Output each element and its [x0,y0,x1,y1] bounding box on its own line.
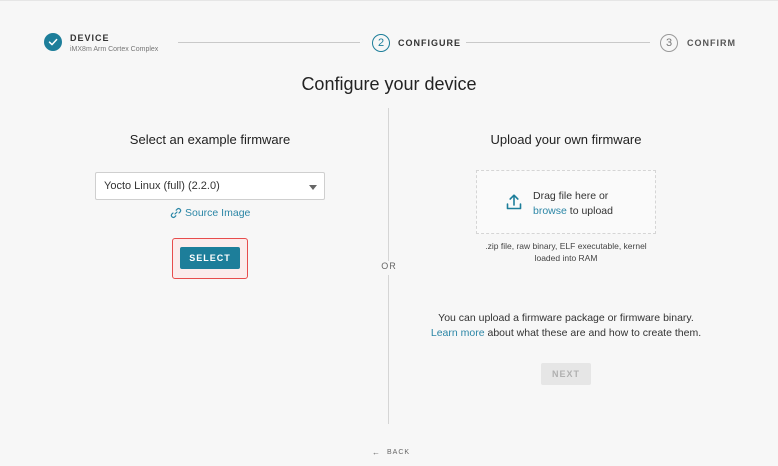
dropzone-line-2: browse to upload [533,204,613,219]
arrow-left-icon: ← [372,447,381,457]
step-device-sublabel: iMX8m Arm Cortex Complex [70,46,159,53]
step-connector-2 [466,42,650,43]
upload-firmware-heading: Upload your own firmware [490,132,642,147]
dropzone-line-1: Drag file here or [533,190,609,202]
accepted-file-types: .zip file, raw binary, ELF executable, k… [466,240,666,264]
dropzone-text: Drag file here or browse to upload [533,189,613,219]
or-label: OR [378,261,400,275]
chevron-down-icon [309,185,317,190]
upload-info-line-1: You can upload a firmware package or fir… [438,312,694,324]
firmware-select[interactable]: Yocto Linux (full) (2.2.0) [95,172,325,200]
back-link[interactable]: ← BACK [372,447,410,457]
learn-more-link[interactable]: Learn more [431,327,485,339]
stepper: DEVICE iMX8m Arm Cortex Complex 2 CONFIG… [0,0,778,70]
dropzone-line-2-suffix: to upload [566,205,613,217]
upload-info-text: You can upload a firmware package or fir… [410,311,722,341]
source-image-link[interactable]: Source Image [170,206,250,220]
back-label: BACK [387,448,411,456]
file-types-line-2: loaded into RAM [534,253,598,263]
upload-info-line-2-suffix: about what these are and how to create t… [484,327,702,339]
step-device-label: DEVICE [70,33,110,43]
select-button[interactable]: SELECT [180,247,240,269]
step-device-complete [44,33,62,51]
step-connector-1 [178,42,360,43]
firmware-select-value: Yocto Linux (full) (2.2.0) [104,180,220,192]
link-icon [170,208,182,218]
upload-icon [506,194,522,210]
checkmark-icon [48,38,58,46]
step-confirm-number: 3 [660,34,678,52]
page-title: Configure your device [301,74,477,94]
upload-info-line-2: Learn more about what these are and how … [410,326,722,341]
step-configure-label: CONFIGURE [398,38,461,48]
browse-link[interactable]: browse [533,205,567,217]
firmware-dropzone[interactable]: Drag file here or browse to upload [476,170,656,234]
file-types-line-1: .zip file, raw binary, ELF executable, k… [485,241,647,251]
step-confirm-label: CONFIRM [687,38,736,48]
source-image-label: Source Image [185,207,251,219]
step-configure-number: 2 [372,34,390,52]
example-firmware-heading: Select an example firmware [129,132,291,147]
next-button[interactable]: NEXT [541,363,591,385]
